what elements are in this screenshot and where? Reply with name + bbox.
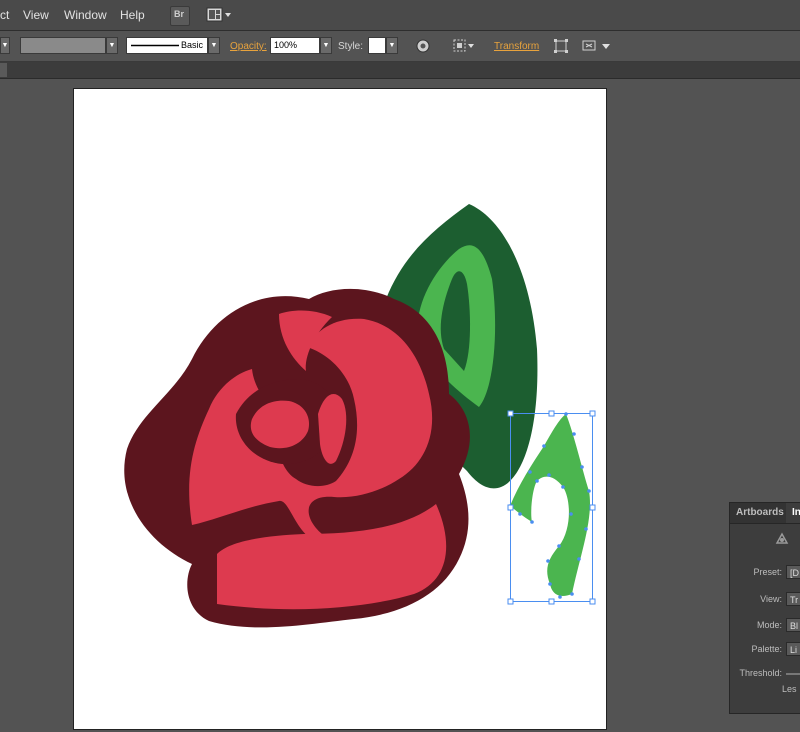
opacity-value: 100% [274,40,298,50]
resize-handle-bl[interactable] [507,598,514,605]
view-select[interactable]: Tr [786,592,800,606]
artwork-canvas [124,204,596,628]
trace-preset-icon-button[interactable] [774,531,790,550]
opacity-dropdown[interactable]: ▼ [320,37,332,54]
preset-select[interactable]: [D [786,565,800,579]
artboard[interactable] [73,88,607,730]
menu-window[interactable]: Window [64,8,107,22]
bridge-button[interactable]: Br [170,6,190,26]
control-bar: ▼ ▼ Basic ▼ Opacity: 100% ▼ Style: ▼ Tra… [0,31,800,62]
palette-select[interactable]: Li [786,642,800,656]
menu-view[interactable]: View [23,8,49,22]
tab-image-trace[interactable]: In [786,503,800,523]
tab-artboards[interactable]: Artboards [730,503,790,523]
image-trace-panel: Artboards In Preset: [D View: Tr Mode: B… [729,502,800,714]
opacity-link[interactable]: Opacity: [230,41,267,52]
stroke-profile-field[interactable]: Basic [126,37,208,54]
arrange-documents-button[interactable] [206,7,234,23]
opacity-field[interactable]: 100% [270,37,320,54]
stroke-weight-field[interactable] [20,37,106,54]
align-to-selection-button[interactable] [452,38,476,57]
palette-label: Palette: [751,644,782,654]
stroke-profile-label: Basic [180,40,203,50]
panel-menu-icon [582,40,610,51]
document-tab-strip [0,62,800,79]
graphic-style-swatch[interactable] [368,37,386,54]
select-align-icon [453,39,474,52]
isolate-group-button[interactable] [553,38,571,57]
trace-icon [775,532,789,544]
recolor-artwork-button[interactable] [415,38,431,57]
mode-label: Mode: [756,620,782,630]
document-tab[interactable] [0,63,7,77]
style-label: Style: [338,41,364,52]
resize-handle-mr[interactable] [589,504,596,511]
rose-flower[interactable] [124,288,470,628]
mode-select[interactable]: Bl [786,618,800,632]
isolate-icon [554,39,568,53]
threshold-less-label: Les [782,684,797,694]
view-label: View: [760,594,782,604]
menu-object[interactable]: ct [0,8,9,22]
graphic-style-dropdown[interactable]: ▼ [386,37,398,54]
resize-handle-tc[interactable] [548,410,555,417]
preset-label: Preset: [753,567,782,577]
resize-handle-br[interactable] [589,598,596,605]
resize-handle-bc[interactable] [548,598,555,605]
transform-link[interactable]: Transform [494,41,539,52]
menu-bar: ct View Window Help Br [0,0,800,31]
fill-dropdown[interactable]: ▼ [0,37,10,54]
color-wheel-icon [416,39,430,53]
panel-tab-bar: Artboards In [730,503,800,524]
stroke-profile-dropdown[interactable]: ▼ [208,37,220,54]
resize-handle-tl[interactable] [507,410,514,417]
threshold-label: Threshold: [739,668,782,678]
stroke-line-icon [131,44,179,47]
bridge-icon: Br [174,9,185,19]
threshold-slider[interactable] [786,673,800,675]
menu-help[interactable]: Help [120,8,145,22]
panel-menu-button[interactable] [581,38,613,57]
resize-handle-ml[interactable] [507,504,514,511]
arrange-documents-icon [206,7,231,22]
resize-handle-tr[interactable] [589,410,596,417]
stroke-weight-dropdown[interactable]: ▼ [106,37,118,54]
